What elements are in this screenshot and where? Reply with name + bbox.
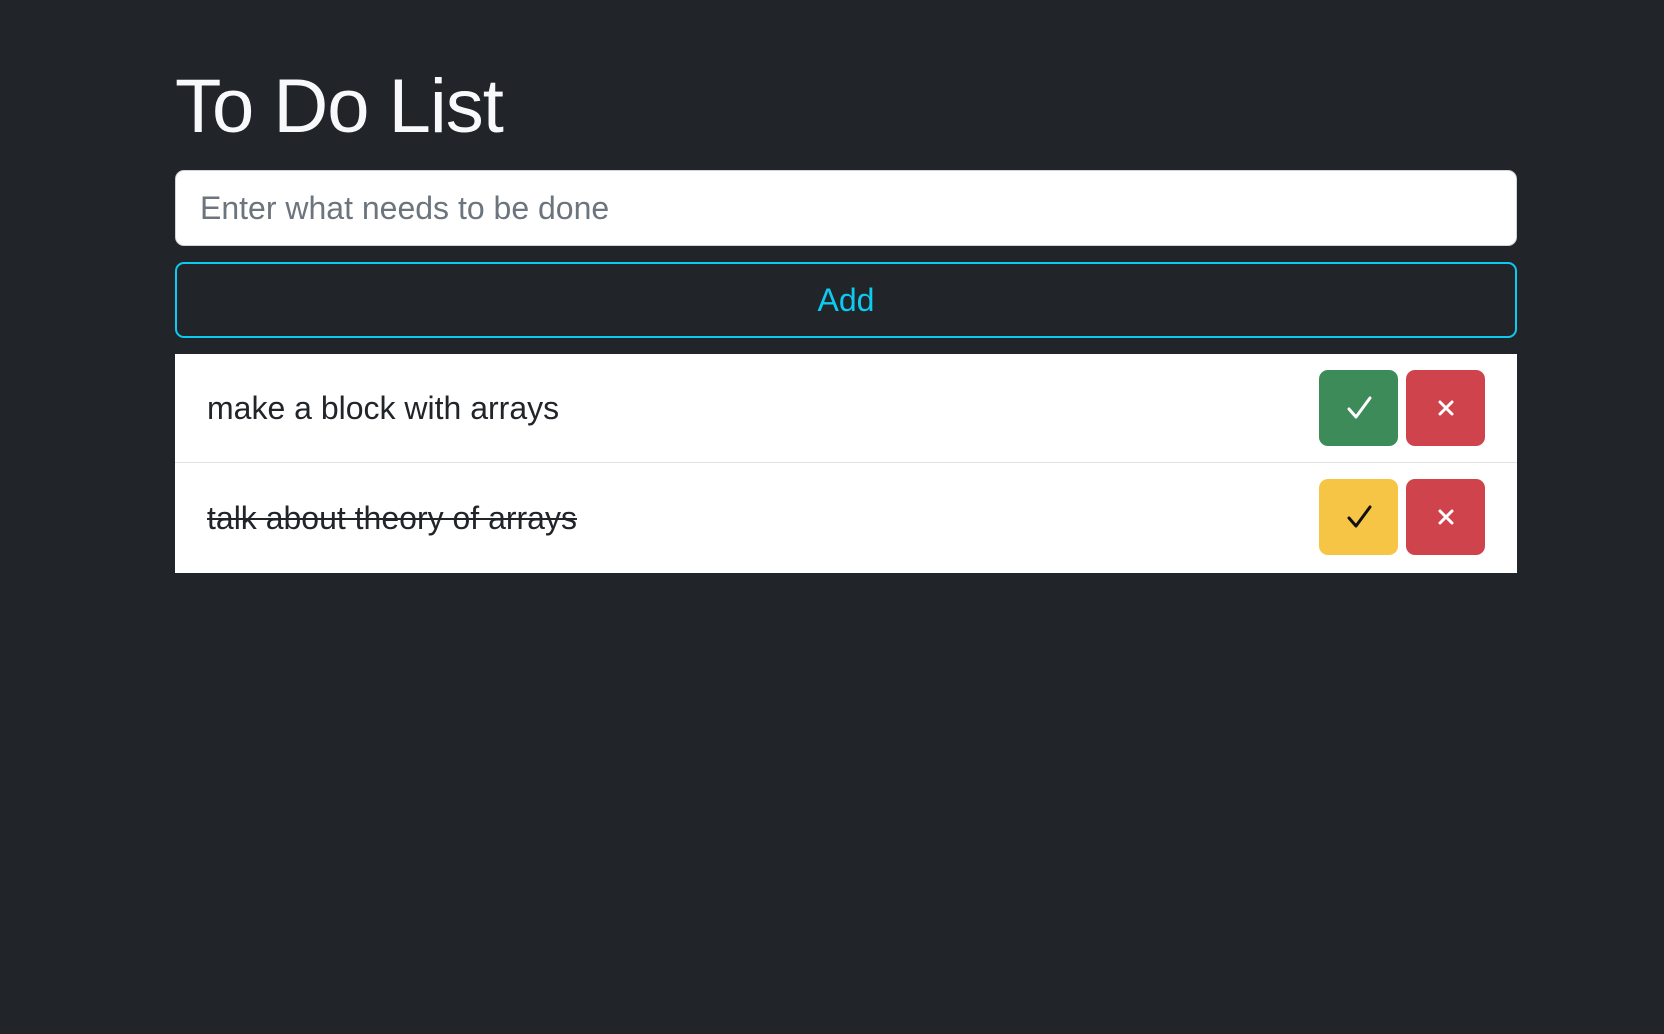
close-icon xyxy=(1438,509,1453,525)
todo-list: make a block with arrays talk about theo… xyxy=(175,354,1517,573)
add-button[interactable]: Add xyxy=(175,262,1517,338)
todo-text: make a block with arrays xyxy=(207,389,560,426)
new-task-input[interactable] xyxy=(175,170,1517,246)
close-icon xyxy=(1438,400,1453,416)
check-icon xyxy=(1347,396,1371,419)
todo-actions xyxy=(1319,479,1485,555)
todo-item: make a block with arrays xyxy=(175,354,1517,463)
page-title: To Do List xyxy=(175,64,504,149)
todo-actions xyxy=(1319,370,1485,446)
delete-button[interactable] xyxy=(1406,479,1485,555)
undo-complete-button[interactable] xyxy=(1319,479,1398,555)
todo-item: talk about theory of arrays xyxy=(175,463,1517,573)
complete-button[interactable] xyxy=(1319,370,1398,446)
delete-button[interactable] xyxy=(1406,370,1485,446)
check-icon xyxy=(1347,505,1371,528)
todo-text-completed: talk about theory of arrays xyxy=(207,499,577,536)
